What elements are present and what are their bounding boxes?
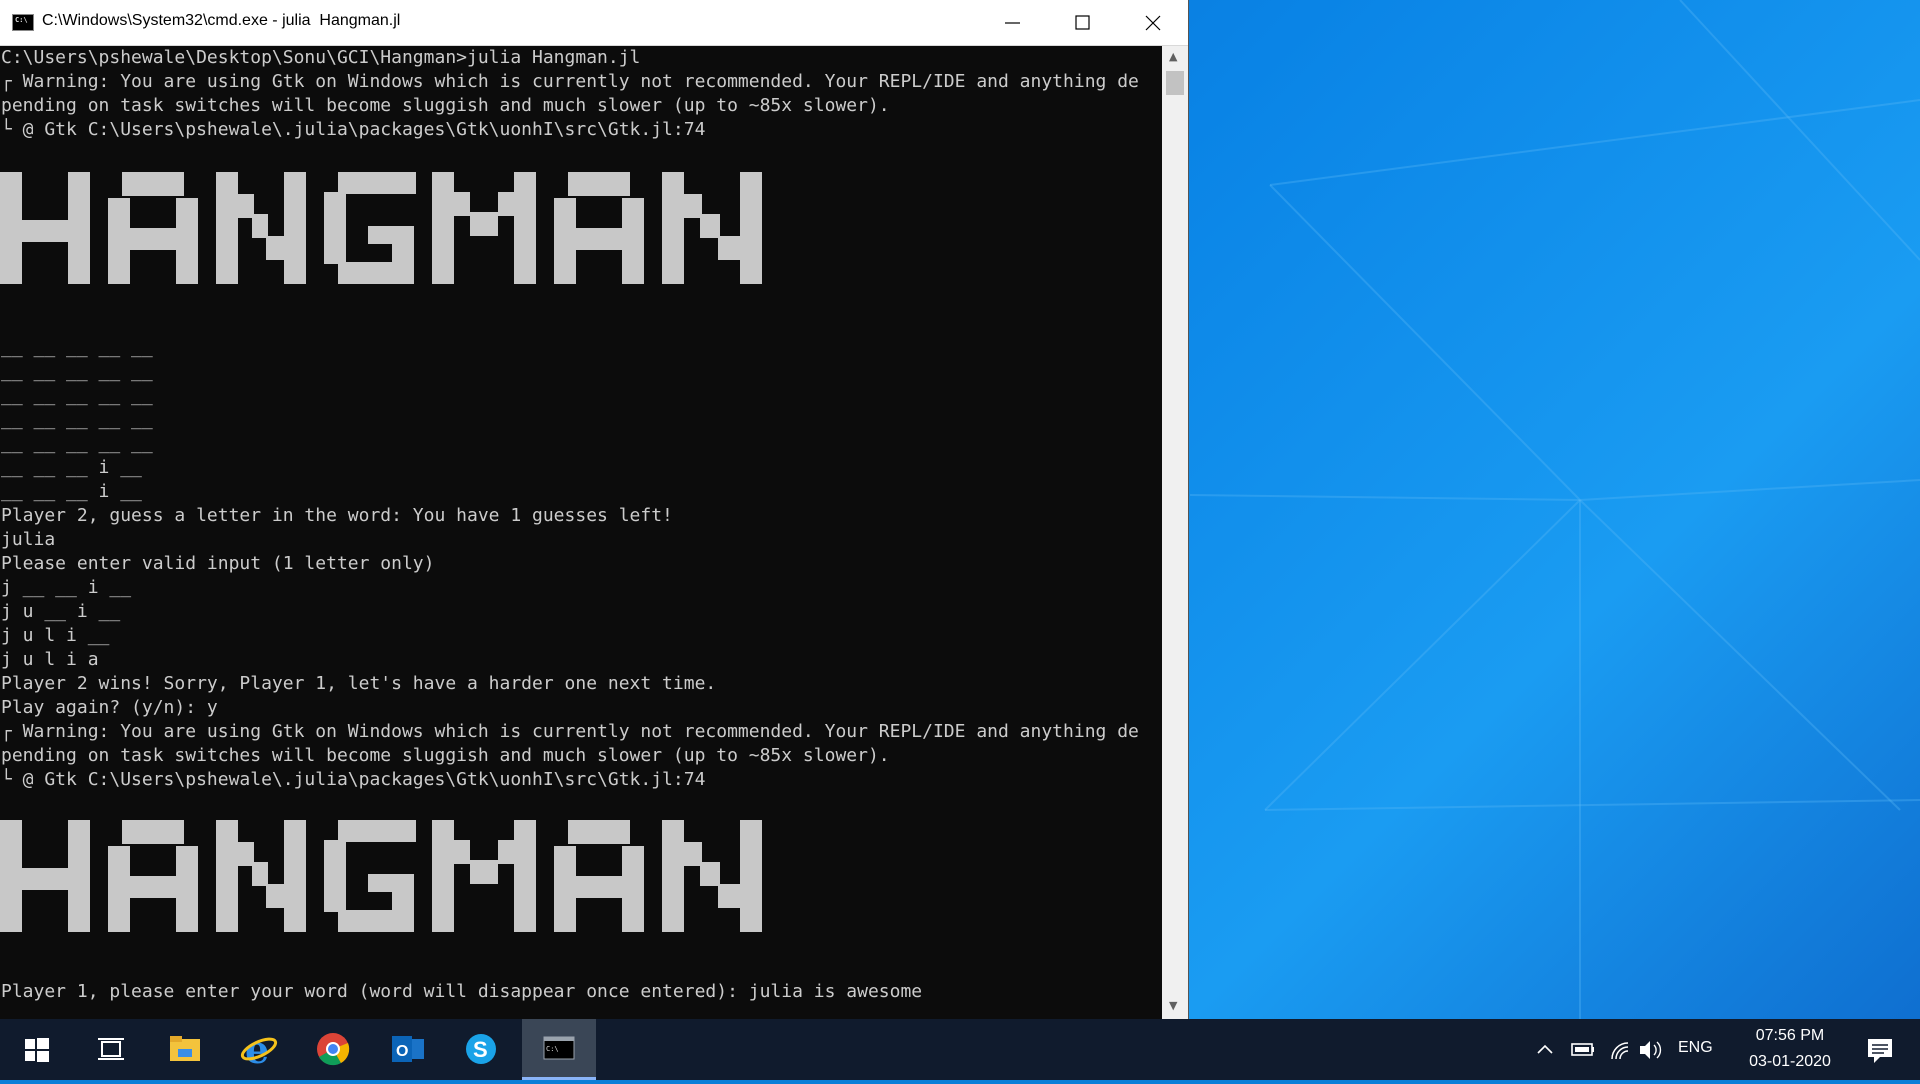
skype-button[interactable]: S	[444, 1019, 518, 1080]
outlook-button[interactable]: O	[370, 1019, 444, 1080]
console-line: __ __ __ i __	[1, 457, 142, 478]
scrollbar-thumb[interactable]	[1166, 71, 1184, 95]
console-line: j u l i a	[1, 649, 99, 670]
console-line: j __ __ i __	[1, 577, 132, 598]
clock-date[interactable]: 03-01-2020	[1735, 1053, 1845, 1071]
maximize-button[interactable]	[1048, 0, 1118, 45]
outlook-icon: O	[392, 1036, 424, 1062]
console-line: Play again? (y/n): y	[1, 697, 218, 718]
console-line: Player 2 wins! Sorry, Player 1, let's ha…	[1, 673, 717, 694]
network-icon	[1611, 1042, 1629, 1060]
scroll-down-icon[interactable]: ▼	[1169, 999, 1177, 1012]
title-bar[interactable]: C:\Windows\System32\cmd.exe - julia Hang…	[0, 0, 1188, 46]
console-line: __ __ __ __ __	[1, 433, 153, 454]
system-tray	[1530, 1019, 1670, 1080]
console-line: C:\Users\pshewale\Desktop\Sonu\GCI\Hangm…	[1, 47, 641, 68]
window-title: C:\Windows\System32\cmd.exe - julia Hang…	[42, 12, 401, 29]
console-line: Player 2, guess a letter in the word: Yo…	[1, 505, 673, 526]
taskbar: e O S C:\ ENG 07:56 PM 03-01-2020	[0, 1019, 1920, 1080]
notifications-icon	[1868, 1039, 1892, 1063]
hangman-banner	[0, 820, 762, 932]
internet-explorer-icon: e	[240, 1027, 278, 1072]
task-view-button[interactable]	[74, 1019, 148, 1080]
show-hidden-icons-icon	[1537, 1044, 1553, 1054]
hangman-banner	[0, 172, 762, 284]
svg-text:O: O	[396, 1043, 408, 1060]
cmd-taskbar-button[interactable]: C:\	[522, 1019, 596, 1080]
console-output[interactable]: C:\Users\pshewale\Desktop\Sonu\GCI\Hangm…	[0, 46, 1162, 1019]
console-line: __ __ __ __ __	[1, 385, 153, 406]
minimize-icon	[1005, 22, 1020, 24]
skype-icon: S	[466, 1034, 496, 1064]
chrome-icon	[317, 1033, 350, 1066]
console-line: Please enter valid input (1 letter only)	[1, 553, 435, 574]
close-button[interactable]	[1118, 0, 1188, 45]
maximize-icon	[1075, 15, 1090, 30]
console-line: j u __ i __	[1, 601, 121, 622]
console-line: ┌ Warning: You are using Gtk on Windows …	[1, 71, 1139, 92]
volume-icon	[1640, 1041, 1650, 1059]
cmd-window: C:\Windows\System32\cmd.exe - julia Hang…	[0, 0, 1189, 1019]
task-view-icon	[98, 1038, 124, 1060]
start-button[interactable]	[0, 1019, 74, 1080]
cmd-icon: C:\	[543, 1036, 575, 1060]
console-line: __ __ __ __ __	[1, 337, 153, 358]
svg-text:S: S	[473, 1037, 488, 1062]
console-input-line[interactable]: Player 1, please enter your word (word w…	[1, 980, 922, 1004]
console-line: __ __ __ __ __	[1, 361, 153, 382]
input-language[interactable]: ENG	[1678, 1039, 1713, 1057]
console-line: pending on task switches will become slu…	[1, 95, 890, 116]
vertical-scrollbar[interactable]: ▲ ▼	[1162, 46, 1188, 1019]
console-line: julia	[1, 529, 56, 550]
file-explorer-button[interactable]	[148, 1019, 222, 1080]
minimize-button[interactable]	[978, 0, 1048, 45]
tray-icons	[1537, 1041, 1662, 1060]
internet-explorer-button[interactable]: e	[222, 1019, 296, 1080]
console-line: pending on task switches will become slu…	[1, 745, 890, 766]
chrome-button[interactable]	[296, 1019, 370, 1080]
clock-time[interactable]: 07:56 PM	[1735, 1027, 1845, 1045]
file-explorer-icon	[170, 1036, 200, 1061]
console-line: ┌ Warning: You are using Gtk on Windows …	[1, 721, 1139, 742]
action-center-button[interactable]	[1850, 1019, 1920, 1080]
console-line: └ @ Gtk C:\Users\pshewale\.julia\package…	[1, 769, 706, 790]
svg-text:e: e	[245, 1027, 269, 1072]
svg-text:C:\: C:\	[546, 1045, 559, 1053]
scroll-up-icon[interactable]: ▲	[1169, 50, 1177, 63]
console-line: └ @ Gtk C:\Users\pshewale\.julia\package…	[1, 119, 706, 140]
console-line: __ __ __ __ __	[1, 409, 153, 430]
console-line: j u l i __	[1, 625, 110, 646]
console-line: __ __ __ i __	[1, 481, 142, 502]
cmd-app-icon[interactable]	[12, 14, 34, 31]
start-icon	[25, 1038, 49, 1062]
close-icon	[1145, 15, 1161, 31]
